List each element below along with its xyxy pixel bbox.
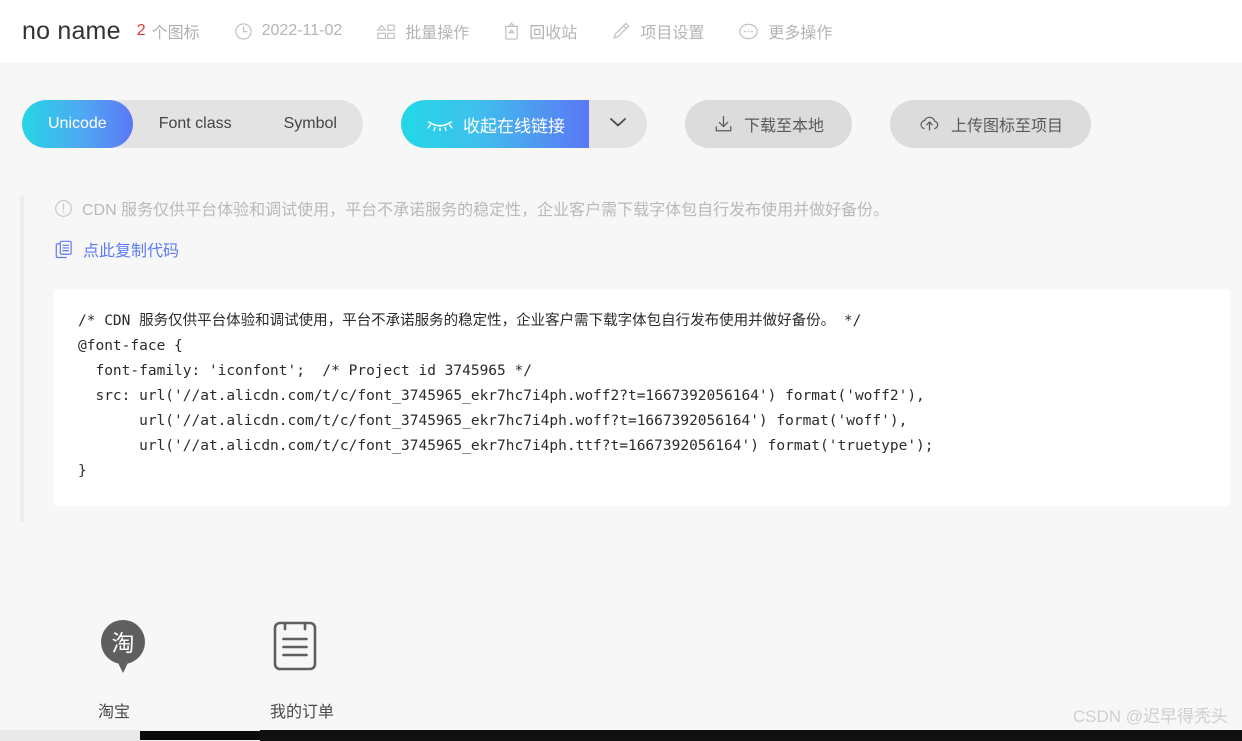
cdn-notice: CDN 服务仅供平台体验和调试使用，平台不承诺服务的稳定性，企业客户需下载字体包… bbox=[54, 196, 1230, 220]
toolbar: Unicode Font class Symbol 收起在线链接 下载至本地 上… bbox=[22, 100, 1092, 148]
icon-count-label: 个图标 bbox=[151, 25, 200, 42]
upload-icons-to-project-button[interactable]: 上传图标至项目 bbox=[890, 100, 1092, 148]
code-panel: CDN 服务仅供平台体验和调试使用，平台不承诺服务的稳定性，企业客户需下载字体包… bbox=[20, 196, 1230, 522]
online-link-button-group: 收起在线链接 bbox=[400, 100, 647, 148]
icon-cell-my-orders-label: 我的订单 bbox=[270, 704, 335, 721]
svg-text:淘: 淘 bbox=[112, 631, 135, 657]
format-segmented-control: Unicode Font class Symbol bbox=[22, 100, 363, 148]
project-header: no name 2 个图标 2022-11-02 批量操作 回收站 项目设置 更… bbox=[0, 0, 1242, 62]
copy-code-link[interactable]: 点此复制代码 bbox=[54, 237, 1230, 261]
taobao-pin-icon: 淘 bbox=[94, 612, 152, 684]
tab-font-class[interactable]: Font class bbox=[133, 100, 258, 148]
more-icon bbox=[738, 22, 759, 41]
collapse-online-link-button[interactable]: 收起在线链接 bbox=[400, 100, 589, 148]
download-icon bbox=[713, 114, 734, 134]
header-item-more-operations-label: 更多操作 bbox=[768, 25, 833, 42]
batch-operation-icon bbox=[376, 22, 396, 41]
eye-closed-icon bbox=[427, 117, 453, 131]
header-item-batch-operation-label: 批量操作 bbox=[405, 25, 470, 42]
clock-icon bbox=[234, 22, 253, 41]
tab-font-class-label: Font class bbox=[158, 115, 232, 132]
icon-count: 2 bbox=[136, 22, 146, 39]
horizontal-scrollbar[interactable] bbox=[0, 730, 1242, 741]
scrollbar-track-left[interactable] bbox=[0, 730, 140, 741]
icon-cell-taobao-label: 淘宝 bbox=[98, 704, 131, 721]
tab-symbol-label: Symbol bbox=[283, 115, 337, 132]
icon-cell-taobao[interactable]: 淘 淘宝 bbox=[94, 612, 266, 722]
header-item-date-label: 2022-11-02 bbox=[261, 22, 343, 39]
cloud-upload-icon bbox=[918, 114, 941, 134]
upload-icons-to-project-label: 上传图标至项目 bbox=[951, 118, 1064, 135]
header-item-more-operations[interactable]: 更多操作 bbox=[738, 19, 832, 43]
download-to-local-button[interactable]: 下载至本地 bbox=[684, 100, 852, 148]
header-item-project-settings[interactable]: 项目设置 bbox=[611, 19, 704, 43]
header-item-project-settings-label: 项目设置 bbox=[640, 25, 705, 42]
order-list-icon bbox=[266, 612, 322, 684]
pencil-icon bbox=[611, 21, 631, 41]
header-item-recycle-bin[interactable]: 回收站 bbox=[503, 19, 577, 43]
watermark: CSDN @迟早得秃头 bbox=[1072, 707, 1228, 726]
copy-icon bbox=[54, 239, 74, 259]
header-item-batch-operation[interactable]: 批量操作 bbox=[376, 19, 469, 43]
icon-grid: 淘 淘宝 我的订单 bbox=[94, 612, 438, 722]
download-to-local-label: 下载至本地 bbox=[743, 118, 824, 135]
page-title: no name bbox=[22, 16, 121, 45]
code-block[interactable]: /* CDN 服务仅供平台体验和调试使用，平台不承诺服务的稳定性，企业客户需下载… bbox=[54, 289, 1230, 506]
page-root: no name 2 个图标 2022-11-02 批量操作 回收站 项目设置 更… bbox=[0, 0, 1242, 741]
icon-cell-my-orders[interactable]: 我的订单 bbox=[266, 612, 438, 722]
chevron-down-icon bbox=[608, 115, 628, 133]
header-item-recycle-bin-label: 回收站 bbox=[529, 25, 578, 42]
exclamation-circle-icon bbox=[54, 199, 73, 218]
cdn-notice-text: CDN 服务仅供平台体验和调试使用，平台不承诺服务的稳定性，企业客户需下载字体包… bbox=[82, 202, 890, 219]
tab-unicode-label: Unicode bbox=[48, 115, 107, 132]
collapse-online-link-label: 收起在线链接 bbox=[462, 116, 565, 136]
recycle-bin-icon bbox=[503, 21, 520, 41]
header-item-date[interactable]: 2022-11-02 bbox=[234, 22, 343, 41]
scrollbar-track-right[interactable] bbox=[260, 730, 1242, 741]
code-block-text: /* CDN 服务仅供平台体验和调试使用，平台不承诺服务的稳定性，企业客户需下载… bbox=[78, 313, 934, 479]
scrollbar-thumb[interactable] bbox=[140, 731, 260, 740]
online-link-dropdown-toggle[interactable] bbox=[589, 100, 647, 148]
copy-code-label: 点此复制代码 bbox=[83, 243, 180, 260]
tab-unicode[interactable]: Unicode bbox=[22, 100, 133, 148]
tab-symbol[interactable]: Symbol bbox=[258, 100, 363, 148]
